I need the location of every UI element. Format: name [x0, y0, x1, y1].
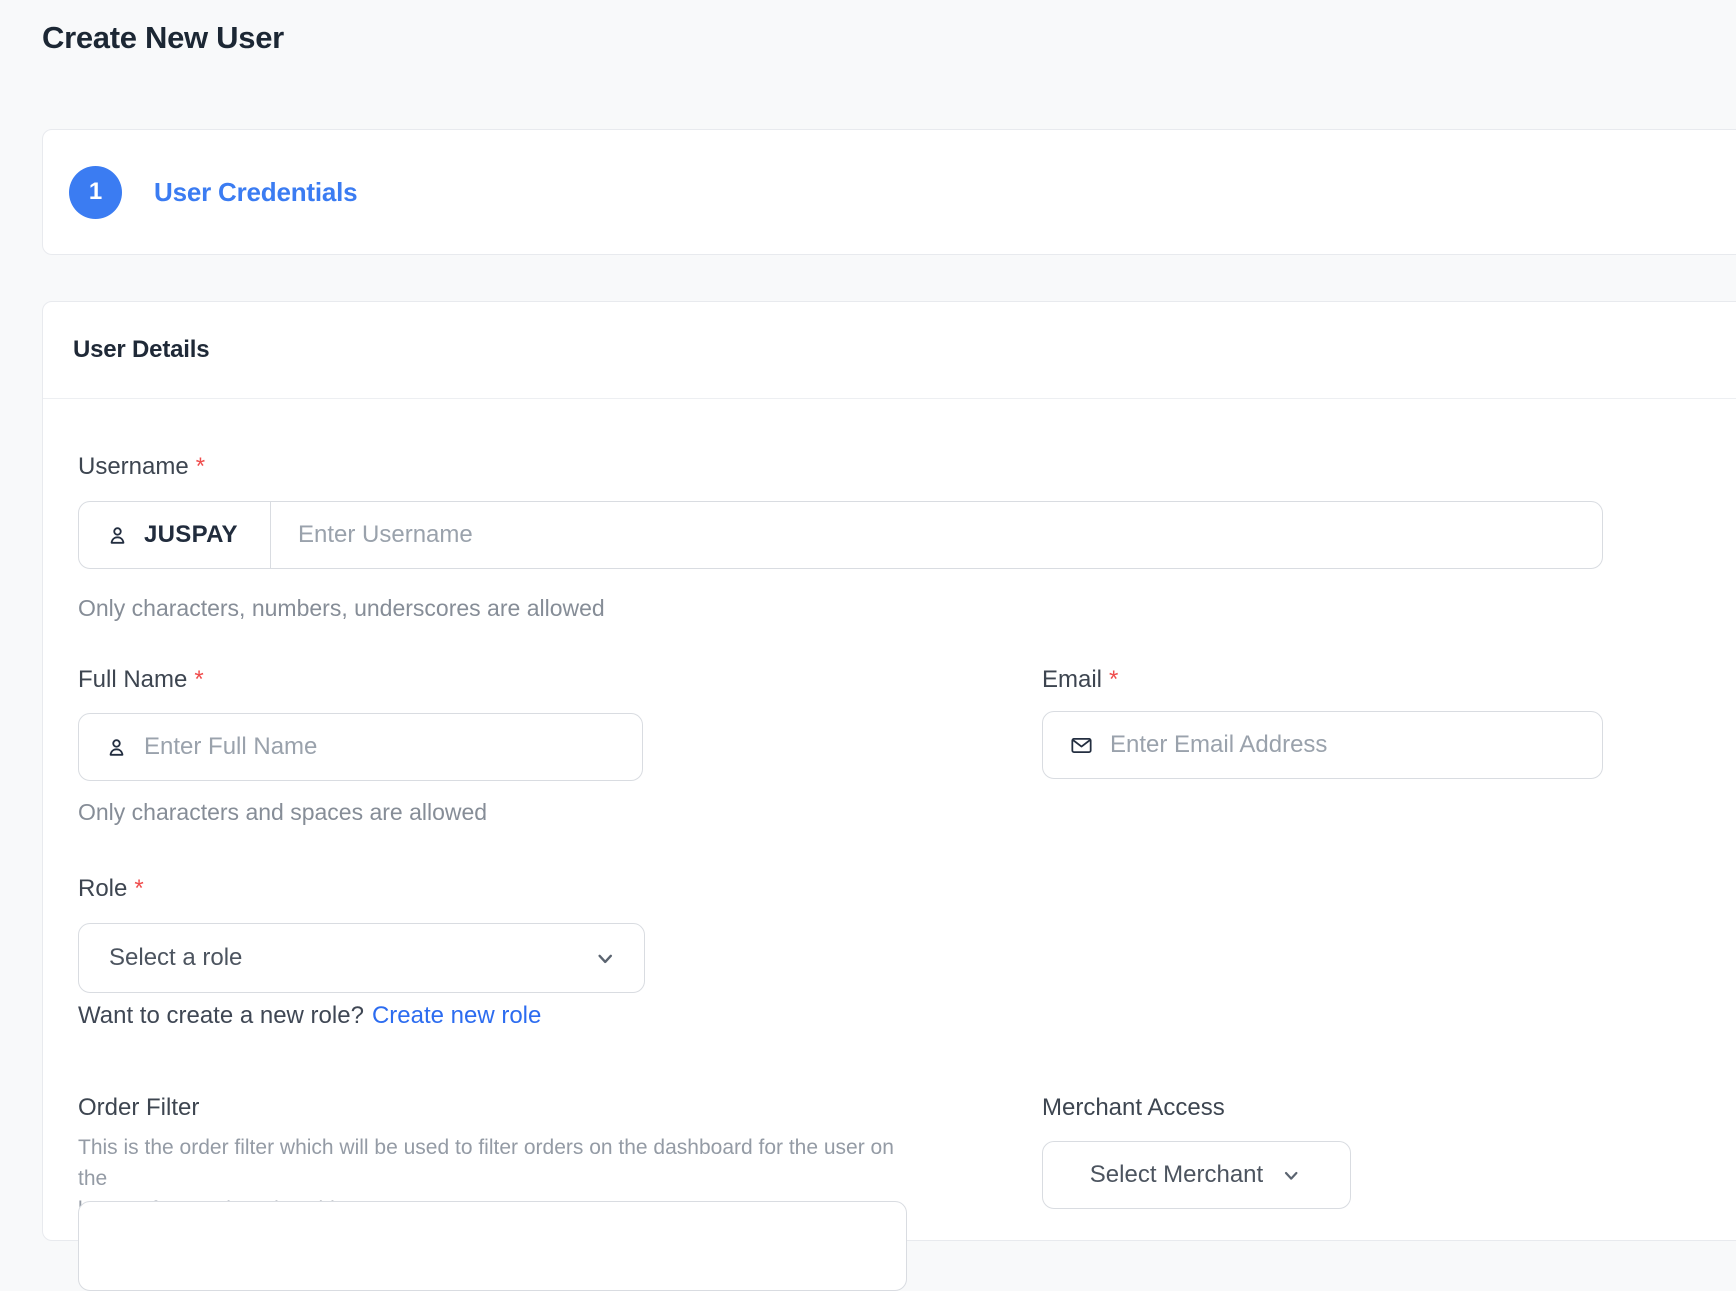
step-label: User Credentials [154, 177, 357, 208]
username-prefix-text: JUSPAY [144, 521, 238, 549]
user-icon [106, 524, 129, 547]
merchant-select[interactable]: Select Merchant [1042, 1141, 1351, 1209]
role-required-asterisk: * [134, 875, 143, 902]
user-details-card: User Details Username * JUSPAY [42, 301, 1736, 1241]
stepper-card: 1 User Credentials [42, 129, 1736, 255]
order-filter-label: Order Filter [78, 1094, 199, 1122]
username-label-text: Username [78, 453, 189, 480]
email-field [1042, 711, 1603, 779]
full-name-required-asterisk: * [194, 666, 203, 693]
role-label: Role * [78, 875, 144, 903]
full-name-input[interactable] [128, 714, 642, 780]
email-required-asterisk: * [1109, 666, 1118, 693]
username-prefix: JUSPAY [79, 502, 271, 568]
user-details-header: User Details [43, 302, 1736, 399]
username-field: JUSPAY [78, 501, 1603, 569]
step-number-badge: 1 [69, 166, 122, 219]
username-helper: Only characters, numbers, underscores ar… [78, 595, 605, 622]
full-name-helper: Only characters and spaces are allowed [78, 799, 487, 826]
role-hint: Want to create a new role? Create new rol… [78, 1002, 541, 1030]
full-name-label: Full Name * [78, 666, 204, 694]
role-hint-text: Want to create a new role? [78, 1002, 364, 1029]
chevron-down-icon [1279, 1163, 1303, 1187]
chevron-down-icon [592, 945, 618, 971]
email-label: Email * [1042, 666, 1118, 694]
username-input[interactable] [271, 502, 1602, 568]
merchant-select-value: Select Merchant [1090, 1161, 1263, 1189]
stepper-step-1[interactable]: 1 User Credentials [43, 130, 1736, 254]
role-select[interactable]: Select a role [78, 923, 645, 993]
username-required-asterisk: * [196, 453, 205, 480]
username-label: Username * [78, 453, 205, 481]
envelope-icon [1069, 733, 1094, 758]
role-select-value: Select a role [109, 944, 242, 972]
full-name-label-text: Full Name [78, 666, 187, 693]
page-title: Create New User [42, 20, 284, 56]
user-icon [105, 736, 128, 759]
step-number: 1 [89, 178, 102, 206]
section-title: User Details [73, 336, 209, 364]
email-label-text: Email [1042, 666, 1102, 693]
email-input[interactable] [1094, 712, 1602, 778]
order-filter-input[interactable] [78, 1201, 907, 1291]
create-new-role-link[interactable]: Create new role [372, 1002, 541, 1029]
full-name-field [78, 713, 643, 781]
merchant-access-label: Merchant Access [1042, 1094, 1225, 1122]
user-details-form: Username * JUSPAY Only characters, number… [43, 399, 1736, 1240]
role-label-text: Role [78, 875, 127, 902]
